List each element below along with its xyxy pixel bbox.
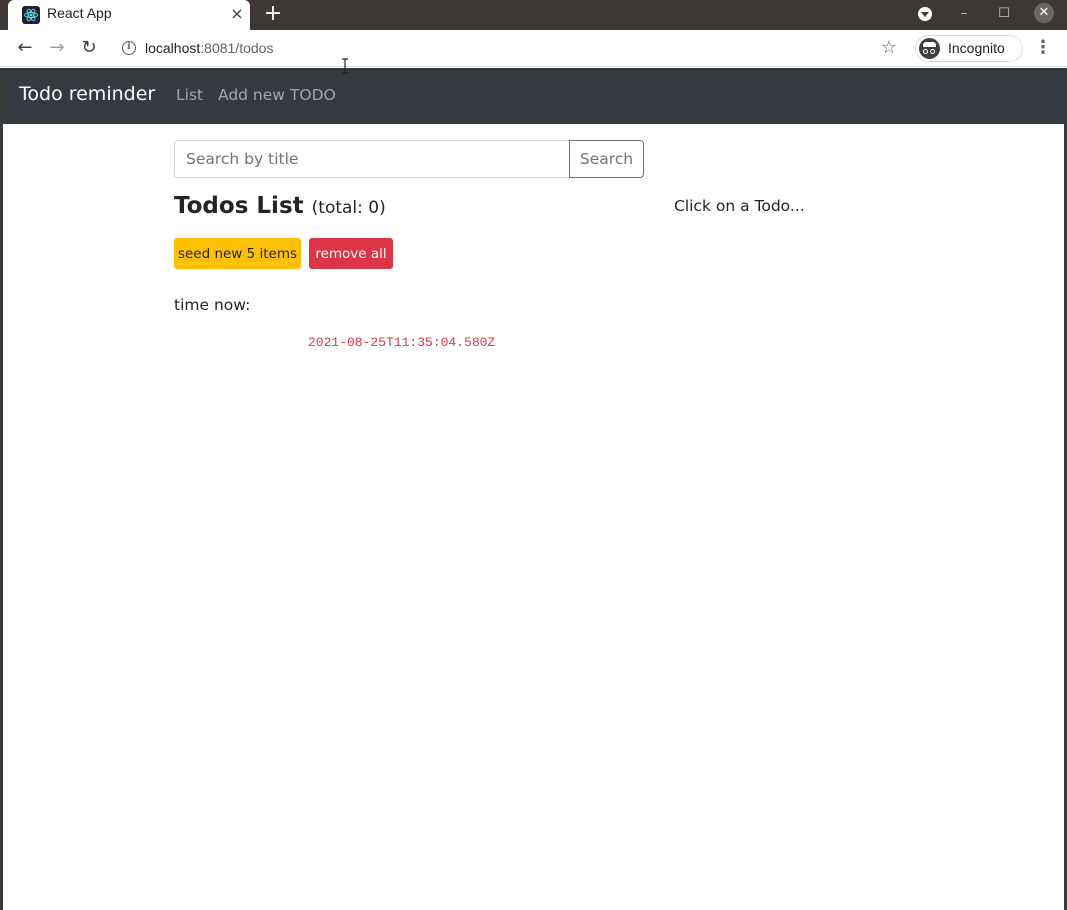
page-title: Todos List (total: 0): [174, 193, 386, 219]
detail-hint: Click on a Todo...: [674, 197, 805, 215]
search-button[interactable]: Search: [569, 140, 644, 178]
address-bar[interactable]: i localhost:8081/todos: [112, 34, 907, 63]
nav-link-list[interactable]: List: [176, 86, 203, 104]
remove-all-button[interactable]: remove all: [309, 238, 393, 269]
browser-window: React App × + – ☐ ✕ ← → ↻ i localhost:80…: [0, 0, 1067, 910]
kebab-menu-icon[interactable]: ⋮: [1031, 36, 1055, 60]
browser-tab[interactable]: React App ×: [8, 0, 250, 30]
minimize-icon[interactable]: –: [953, 3, 975, 25]
nav-link-add-todo[interactable]: Add new TODO: [218, 86, 336, 104]
seed-items-button[interactable]: seed new 5 items: [174, 238, 301, 269]
time-value: 2021-08-25T11:35:04.580Z: [308, 335, 496, 350]
app-navbar: Todo reminder List Add new TODO: [3, 68, 1064, 124]
forward-arrow-icon[interactable]: →: [45, 36, 69, 60]
react-favicon-icon: [22, 6, 40, 24]
incognito-badge[interactable]: Incognito: [915, 35, 1023, 62]
text-cursor-icon: [342, 58, 348, 74]
new-tab-icon[interactable]: +: [262, 3, 284, 25]
incognito-icon: [919, 38, 940, 59]
close-window-icon[interactable]: ✕: [1033, 3, 1055, 25]
back-arrow-icon[interactable]: ←: [13, 36, 37, 60]
time-label: time now:: [174, 296, 251, 314]
maximize-icon[interactable]: ☐: [993, 3, 1015, 25]
tab-title: React App: [47, 5, 112, 21]
browser-toolbar: ← → ↻ i localhost:8081/todos ☆ Incognito…: [0, 30, 1067, 67]
url-text[interactable]: localhost:8081/todos: [145, 40, 273, 56]
tab-strip: React App × + – ☐ ✕: [0, 0, 1067, 30]
navbar-brand[interactable]: Todo reminder: [19, 83, 155, 105]
incognito-label: Incognito: [948, 40, 1005, 56]
page-viewport: Todo reminder List Add new TODO Search T…: [3, 68, 1064, 910]
star-icon[interactable]: ☆: [877, 36, 901, 60]
reload-icon[interactable]: ↻: [77, 36, 101, 60]
total-count: (total: 0): [311, 198, 386, 218]
tab-search-icon[interactable]: [914, 3, 936, 25]
info-icon[interactable]: i: [122, 41, 136, 55]
search-input[interactable]: [174, 140, 570, 178]
tab-close-icon[interactable]: ×: [227, 4, 247, 24]
